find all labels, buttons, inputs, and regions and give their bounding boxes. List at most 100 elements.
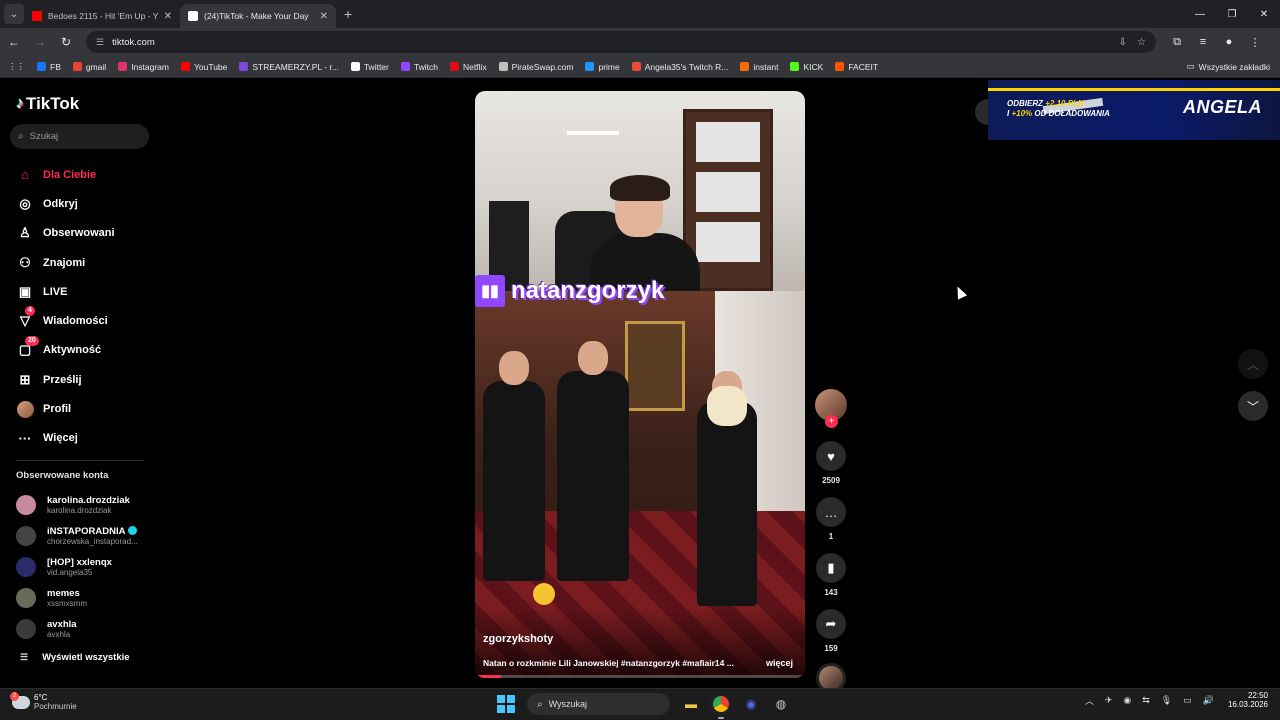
network-icon[interactable]: ▭ — [1183, 695, 1192, 706]
nav-item-upload[interactable]: ⊞ Prześlij — [0, 365, 160, 394]
back-button[interactable]: ← — [2, 35, 26, 49]
creator-avatar[interactable]: + — [815, 389, 847, 428]
new-tab-button[interactable]: + — [344, 6, 352, 22]
all-bookmarks-button[interactable]: ▭ Wszystkie zakładki — [1187, 61, 1270, 72]
bookmark-favicon-icon — [498, 62, 508, 71]
nav-item-activity[interactable]: ▢ 20 Aktywność — [0, 335, 160, 365]
nav-item-live[interactable]: ▣ LIVE — [0, 277, 160, 306]
bookmark-item[interactable]: Instagram — [118, 62, 169, 72]
clock[interactable]: 22:50 16.03.2026 — [1228, 691, 1268, 709]
bookmark-item[interactable]: FB — [37, 62, 61, 72]
video-progress[interactable] — [475, 675, 805, 678]
all-bookmarks-label: Wszystkie zakładki — [1198, 61, 1270, 72]
bookmark-item[interactable]: PirateSwap.com — [498, 61, 574, 72]
twitch-icon: ▮▮ — [475, 275, 505, 307]
nav-item-compass[interactable]: ◎ Odkryj — [0, 189, 160, 218]
bookmark-item[interactable]: YouTube — [180, 62, 227, 72]
bookmark-item[interactable]: Netflix — [449, 62, 487, 72]
bookmark-item[interactable]: prime — [585, 62, 620, 72]
bookmark-item[interactable]: KICK — [790, 62, 823, 72]
avatar — [16, 525, 36, 546]
extensions-icon[interactable]: ⧉ — [1164, 36, 1190, 49]
media-control-icon[interactable]: ≡ — [1190, 36, 1216, 49]
share-action[interactable]: ➦ 159 — [813, 609, 849, 653]
bookmark-icon[interactable]: ▮ — [816, 553, 846, 583]
microphone-icon[interactable]: 🎙 — [1161, 695, 1172, 706]
door-pane — [696, 122, 760, 162]
chrome-icon[interactable] — [710, 693, 732, 719]
nav-item-home[interactable]: ⌂ Dla Ciebie — [0, 160, 160, 189]
menu-kebab-icon[interactable]: ⋮ — [1242, 36, 1268, 49]
reload-button[interactable]: ↻ — [54, 35, 78, 49]
door-pane — [696, 222, 760, 262]
tiktok-logo[interactable]: ♪ TikTok — [16, 94, 79, 114]
site-info-icon[interactable]: ☰ — [96, 37, 104, 48]
tray-overflow-icon[interactable]: ︿ — [1085, 694, 1094, 707]
close-tab-icon[interactable]: ✕ — [320, 11, 328, 22]
bookmark-star-icon[interactable]: ☆ — [1137, 37, 1146, 48]
bookmark-item[interactable]: Twitch — [400, 62, 438, 72]
see-all-button[interactable]: ☰ Wyświetl wszystkie — [20, 652, 130, 663]
following-account[interactable]: iNSTAPORADNIA chorzewska_instaporad... — [16, 520, 156, 551]
like-action[interactable]: ♥ 2509 — [813, 441, 849, 485]
discord-tray-icon[interactable]: ◉ — [1123, 695, 1131, 706]
comment-icon[interactable]: … — [816, 497, 846, 527]
bookmark-label: PirateSwap.com — [511, 61, 574, 72]
video-author[interactable]: zgorzykshoty — [483, 633, 553, 645]
previous-video-button[interactable]: ︿ — [1238, 349, 1268, 379]
following-account[interactable]: [HOP] xxlenqx vid.angela35 — [16, 551, 156, 582]
bookmark-item[interactable]: Angela35's Twitch R... — [631, 62, 728, 72]
taskbar-search[interactable]: ⌕ Wyszukaj — [527, 693, 670, 715]
share-icon[interactable]: ➦ — [816, 609, 846, 639]
weather-widget[interactable]: 2 6°C Pochmurnie — [10, 691, 77, 711]
bookmark-favicon-icon — [449, 62, 459, 71]
search-box[interactable]: ⌕ — [10, 124, 149, 149]
discord-icon[interactable]: ◉ — [740, 693, 762, 715]
start-button[interactable] — [497, 695, 515, 713]
folder-icon: ▭ — [1186, 61, 1195, 71]
ad-banner[interactable]: ODBIERZ +2.10 PLN I +10% OD DOŁADOWANIA … — [988, 80, 1280, 140]
browser-tab[interactable]: Bedoes 2115 - Hit 'Em Up - YouTube ✕ — [24, 4, 180, 28]
head — [578, 341, 608, 375]
close-tab-icon[interactable]: ✕ — [164, 11, 172, 22]
nav-item-profile[interactable]: Profil — [0, 394, 160, 423]
nav-item-messages[interactable]: ▽ 4 Wiadomości — [0, 306, 160, 335]
address-bar[interactable]: ☰ tiktok.com ⇩ ☆ — [86, 31, 1156, 53]
nav-item-friends[interactable]: ⚇ Znajomi — [0, 248, 160, 277]
search-input[interactable] — [29, 131, 130, 142]
nav-item-more[interactable]: ··· Więcej — [0, 424, 160, 453]
profile-icon[interactable]: ● — [1216, 36, 1242, 49]
following-account[interactable]: memes xssmxsmm — [16, 582, 156, 613]
tray-app-icon[interactable]: ✈ — [1105, 695, 1113, 706]
restore-button[interactable]: ❐ — [1216, 0, 1248, 28]
heart-icon[interactable]: ♥ — [816, 441, 846, 471]
nav-item-following[interactable]: ♙ Obserwowani — [0, 219, 160, 248]
follow-plus-icon[interactable]: + — [825, 415, 838, 428]
browser-tab[interactable]: (24)TikTok - Make Your Day ✕ — [180, 4, 336, 28]
forward-button[interactable]: → — [28, 35, 52, 49]
close-window-button[interactable]: ✕ — [1248, 0, 1280, 28]
bookmark-item[interactable]: Twitter — [350, 62, 389, 72]
save-action[interactable]: ▮ 143 — [813, 553, 849, 597]
file-explorer-icon[interactable]: ▬ — [680, 693, 702, 715]
bookmark-label: Instagram — [131, 61, 169, 72]
following-account[interactable]: avxhla avxhla — [16, 613, 156, 644]
minimize-button[interactable]: — — [1184, 0, 1216, 28]
tab-search-button[interactable]: ⌄ — [4, 4, 24, 24]
bookmark-item[interactable]: instant — [740, 62, 778, 72]
more-link[interactable]: więcej — [766, 658, 793, 668]
bookmark-item[interactable]: FACEIT — [835, 62, 878, 72]
bookmark-item[interactable]: gmail — [72, 62, 106, 72]
bookmark-item[interactable]: STREAMERZY.PL - r... — [239, 61, 339, 72]
comment-action[interactable]: … 1 — [813, 497, 849, 541]
install-app-icon[interactable]: ⇩ — [1119, 37, 1127, 48]
bookmark-label: STREAMERZY.PL - r... — [252, 61, 339, 72]
video-player[interactable]: ▮▮ natanzgorzyk zgorzykshoty Natan o roz… — [475, 91, 805, 678]
apps-grid-icon[interactable]: ⋮⋮ — [8, 61, 25, 72]
volume-icon[interactable]: 🔊 — [1203, 695, 1214, 706]
tab-favicon-icon — [188, 11, 198, 21]
next-video-button[interactable]: ﹀ — [1238, 391, 1268, 421]
following-account[interactable]: karolina.drozdziak karolina.drozdziak — [16, 489, 156, 520]
steam-icon[interactable]: ◍ — [770, 693, 792, 715]
tray-app-icon[interactable]: ⇆ — [1142, 695, 1150, 706]
